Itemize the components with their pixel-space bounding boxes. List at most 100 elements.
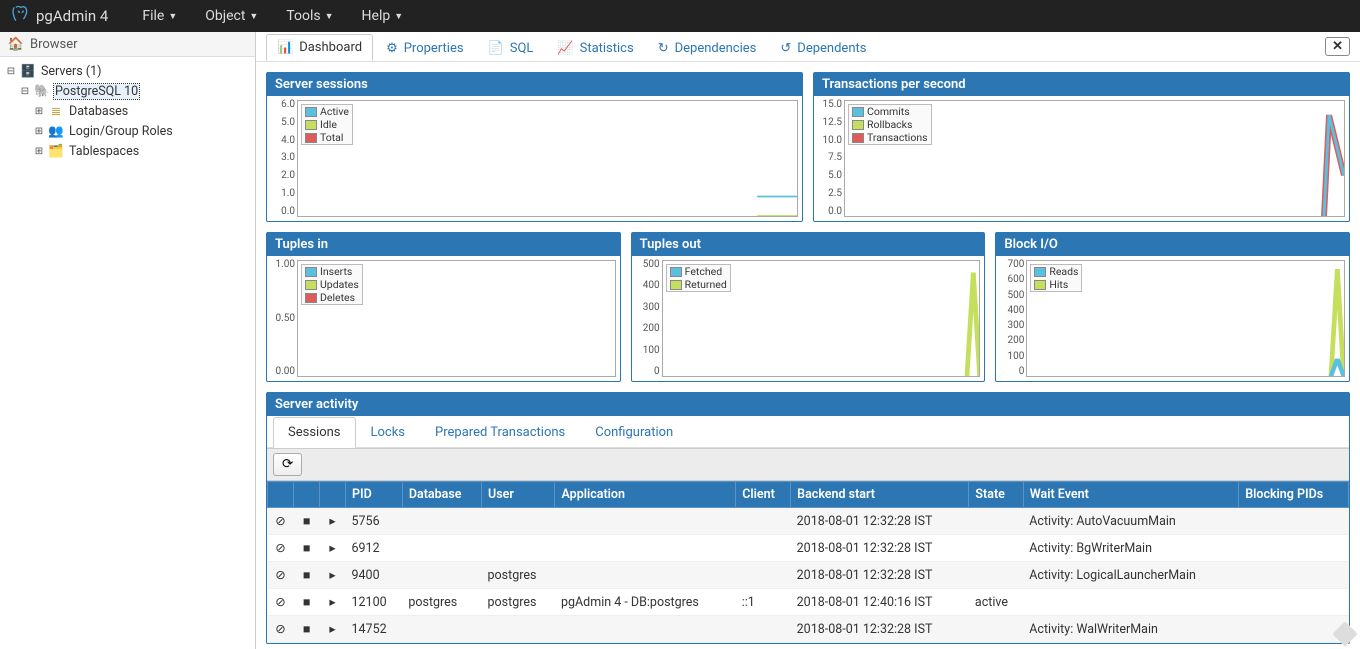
chart-legend: Fetched Returned [666,264,731,292]
cancel-icon[interactable]: ⊘ [268,562,294,589]
object-tree[interactable]: ⊟ 🗄️ Servers (1) ⊟ 🐘 PostgreSQL 10 ⊞ ≣ D… [0,57,255,165]
collapse-icon[interactable]: ⊟ [20,86,30,97]
tablespace-icon: 🗂️ [48,143,64,159]
dependents-icon: ↺ [780,41,791,56]
expand-icon[interactable]: ⊞ [34,126,44,137]
elephant-icon [10,4,30,28]
tab-dependencies[interactable]: ↻ Dependencies [647,35,768,61]
dashboard-icon: 📊 [277,40,293,55]
table-row[interactable]: ⊘■▸5756 2018-08-01 12:32:28 IST Activity: … [268,508,1349,535]
stop-icon[interactable]: ■ [294,589,320,616]
cell-client [736,508,791,535]
expand-row-icon[interactable]: ▸ [320,616,346,643]
stop-icon[interactable]: ■ [294,616,320,643]
caret-down-icon: ▼ [249,11,258,22]
panel-tuples-in: Tuples in 1.000.500.00 Inserts Updates D… [266,232,621,382]
tree-server-node[interactable]: ⊟ 🐘 PostgreSQL 10 [6,81,249,101]
tab-properties[interactable]: ⚙ Properties [375,35,474,61]
cell-client [736,616,791,643]
cell-wait-event: Activity: BgWriterMain [1023,535,1238,562]
caret-down-icon: ▼ [325,11,334,22]
cell-blocking [1239,562,1349,589]
stop-icon[interactable]: ■ [294,535,320,562]
table-row[interactable]: ⊘■▸9400postgres2018-08-01 12:32:28 ISTAc… [268,562,1349,589]
tab-dashboard[interactable]: 📊 Dashboard [266,34,373,61]
cell-pid: 14752 [346,616,403,643]
cancel-icon[interactable]: ⊘ [268,535,294,562]
table-row[interactable]: ⊘■▸12100postgrespostgrespgAdmin 4 - DB:p… [268,589,1349,616]
table-row[interactable]: ⊘■▸69122018-08-01 12:32:28 ISTActivity: … [268,535,1349,562]
main-menu: File▼ Object▼ Tools▼ Help▼ [128,0,417,32]
menu-object[interactable]: Object▼ [191,0,272,32]
home-icon: 🏠 [8,36,24,52]
cell-state: active [969,589,1023,616]
main-tabs: 📊 Dashboard ⚙ Properties 📄 SQL 📈 Statist… [256,32,1360,62]
tab-locks[interactable]: Locks [356,417,421,448]
refresh-button[interactable]: ⟳ [273,453,302,476]
expand-icon[interactable]: ⊞ [34,106,44,117]
expand-row-icon[interactable]: ▸ [320,535,346,562]
tab-sql[interactable]: 📄 SQL [477,35,545,61]
stop-icon[interactable]: ■ [294,508,320,535]
cell-wait-event: Activity: AutoVacuumMain [1023,508,1238,535]
activity-tabs: Sessions Locks Prepared Transactions Con… [267,416,1349,448]
tab-sessions[interactable]: Sessions [273,417,356,448]
cell-user: postgres [482,589,555,616]
main-panel: 📊 Dashboard ⚙ Properties 📄 SQL 📈 Statist… [256,32,1360,649]
tab-dependents[interactable]: ↺ Dependents [769,35,877,61]
cell-application [555,535,736,562]
tab-configuration[interactable]: Configuration [580,417,688,448]
cell-pid: 5756 [346,508,403,535]
roles-icon: 👥 [48,123,64,139]
cell-application: pgAdmin 4 - DB:postgres [555,589,736,616]
cell-user [482,535,555,562]
menu-file[interactable]: File▼ [128,0,191,32]
panel-tuples-out: Tuples out 5004003002001000 Fetched [631,232,986,382]
expand-row-icon[interactable]: ▸ [320,589,346,616]
close-panel-button[interactable]: ✕ [1325,37,1350,56]
cancel-icon[interactable]: ⊘ [268,508,294,535]
cell-user [482,508,555,535]
table-row[interactable]: ⊘■▸147522018-08-01 12:32:28 ISTActivity:… [268,616,1349,643]
expand-icon[interactable]: ⊞ [34,146,44,157]
servers-icon: 🗄️ [20,63,36,79]
collapse-icon[interactable]: ⊟ [6,66,16,77]
chart-legend: Commits Rollbacks Transactions [848,104,932,145]
tab-prepared[interactable]: Prepared Transactions [420,417,580,448]
cell-database [402,562,481,589]
expand-row-icon[interactable]: ▸ [320,562,346,589]
panel-server-activity: Server activity Sessions Locks Prepared … [266,392,1350,644]
y-axis: 6.05.04.03.02.01.00.0 [269,100,295,217]
y-axis: 15.012.510.07.55.02.50.0 [816,100,842,217]
cell-client [736,535,791,562]
cell-backend-start: 2018-08-01 12:32:28 IST [791,508,969,535]
cell-wait-event [1023,589,1238,616]
expand-row-icon[interactable]: ▸ [320,508,346,535]
cell-state [969,562,1023,589]
cell-wait-event: Activity: WalWriterMain [1023,616,1238,643]
sessions-table: PID Database User Application Client Bac… [267,481,1349,643]
menu-help[interactable]: Help▼ [348,0,418,32]
tab-statistics[interactable]: 📈 Statistics [546,35,644,61]
panel-server-sessions: Server sessions 6.05.04.03.02.01.00.0 [266,72,803,222]
cell-backend-start: 2018-08-01 12:32:28 IST [791,562,969,589]
tree-login-roles[interactable]: ⊞ 👥 Login/Group Roles [6,121,249,141]
cancel-icon[interactable]: ⊘ [268,589,294,616]
stop-icon[interactable]: ■ [294,562,320,589]
app-logo: pgAdmin 4 [10,4,108,28]
cell-state [969,616,1023,643]
cell-application [555,562,736,589]
tree-tablespaces[interactable]: ⊞ 🗂️ Tablespaces [6,141,249,161]
cell-pid: 12100 [346,589,403,616]
tree-servers[interactable]: ⊟ 🗄️ Servers (1) [6,61,249,81]
menu-tools[interactable]: Tools▼ [272,0,347,32]
y-axis: 7006005004003002001000 [998,260,1024,377]
cancel-icon[interactable]: ⊘ [268,616,294,643]
browser-header: 🏠 Browser [0,32,255,57]
refresh-icon: ⟳ [282,457,293,472]
tree-databases[interactable]: ⊞ ≣ Databases [6,101,249,121]
chart-legend: Active Idle Total [301,104,353,145]
cell-state [969,508,1023,535]
y-axis: 1.000.500.00 [269,260,295,377]
cell-user: postgres [482,562,555,589]
